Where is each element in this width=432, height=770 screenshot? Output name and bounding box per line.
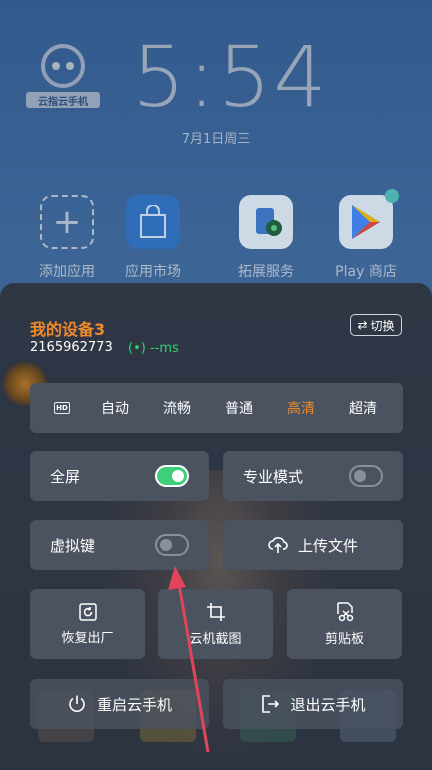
app-label: 拓展服务 <box>238 264 294 280</box>
exit-icon <box>262 695 280 713</box>
clock: 5:54 <box>132 28 329 126</box>
exit-label: 退出云手机 <box>290 695 366 714</box>
app-market-icon <box>126 195 180 249</box>
virtual-keys-toggle[interactable] <box>155 534 189 556</box>
switch-device-button[interactable]: ⇄ 切换 <box>350 314 402 336</box>
app-label: Play 商店 <box>335 264 397 280</box>
device-id: 2165962773 <box>30 340 113 355</box>
pro-mode-toggle[interactable] <box>349 465 383 487</box>
clipboard-icon <box>336 601 353 621</box>
quality-option-normal[interactable]: 普通 <box>208 398 270 418</box>
app-play-store[interactable]: Play 商店 <box>324 189 408 281</box>
power-icon <box>69 695 85 712</box>
add-app-icon: + <box>40 195 94 249</box>
app-market[interactable]: 应用市场 <box>111 195 195 281</box>
clipboard-button[interactable]: 剪贴板 <box>287 589 402 659</box>
play-store-icon <box>339 189 399 249</box>
extension-service-icon <box>239 195 293 249</box>
cloud-phone-logo: 云指云手机 <box>22 36 104 110</box>
factory-reset-icon <box>78 602 97 621</box>
fullscreen-setting: 全屏 <box>30 451 209 501</box>
factory-reset-button[interactable]: 恢复出厂 <box>30 589 145 659</box>
date: 7月1日周三 <box>181 132 251 147</box>
app-label: 添加应用 <box>39 264 95 280</box>
notification-dot <box>385 189 399 203</box>
upload-cloud-icon <box>268 537 288 553</box>
restart-label: 重启云手机 <box>96 695 172 714</box>
screenshot-label: 云机截图 <box>189 631 242 647</box>
pro-mode-setting: 专业模式 <box>223 451 403 501</box>
app-extension[interactable]: 拓展服务 <box>224 195 308 281</box>
logo-text: 云指云手机 <box>38 97 88 108</box>
quality-option-smooth[interactable]: 流畅 <box>146 398 208 418</box>
quality-selector: HD 自动 流畅 普通 高清 超清 <box>30 383 403 433</box>
quality-option-ultra[interactable]: 超清 <box>332 398 394 418</box>
quality-option-auto[interactable]: 自动 <box>84 398 146 418</box>
swap-icon: ⇄ <box>357 318 368 332</box>
crop-screenshot-icon <box>206 602 225 621</box>
device-name: 我的设备3 <box>30 320 106 339</box>
app-label: 应用市场 <box>125 264 181 280</box>
clipboard-label: 剪贴板 <box>324 631 364 647</box>
virtual-keys-label: 虚拟键 <box>50 536 96 555</box>
restart-phone-button[interactable]: 重启云手机 <box>30 679 209 729</box>
upload-file-button[interactable]: 上传文件 <box>223 520 403 570</box>
virtual-keys-setting: 虚拟键 <box>30 520 209 570</box>
pro-mode-label: 专业模式 <box>243 467 304 486</box>
upload-label: 上传文件 <box>297 536 358 555</box>
latency-value: --ms <box>149 341 179 356</box>
quality-option-hd[interactable]: 高清 <box>270 398 332 418</box>
factory-reset-label: 恢复出厂 <box>61 630 114 646</box>
app-add[interactable]: + 添加应用 <box>25 195 109 281</box>
exit-phone-button[interactable]: 退出云手机 <box>223 679 403 729</box>
signal-icon: (•) <box>128 341 146 356</box>
fullscreen-label: 全屏 <box>50 467 81 486</box>
hd-icon: HD <box>54 402 70 414</box>
switch-label: 切换 <box>370 318 395 333</box>
fullscreen-toggle[interactable] <box>155 465 189 487</box>
latency-indicator: (•) --ms <box>128 341 179 356</box>
screenshot-button[interactable]: 云机截图 <box>158 589 273 659</box>
